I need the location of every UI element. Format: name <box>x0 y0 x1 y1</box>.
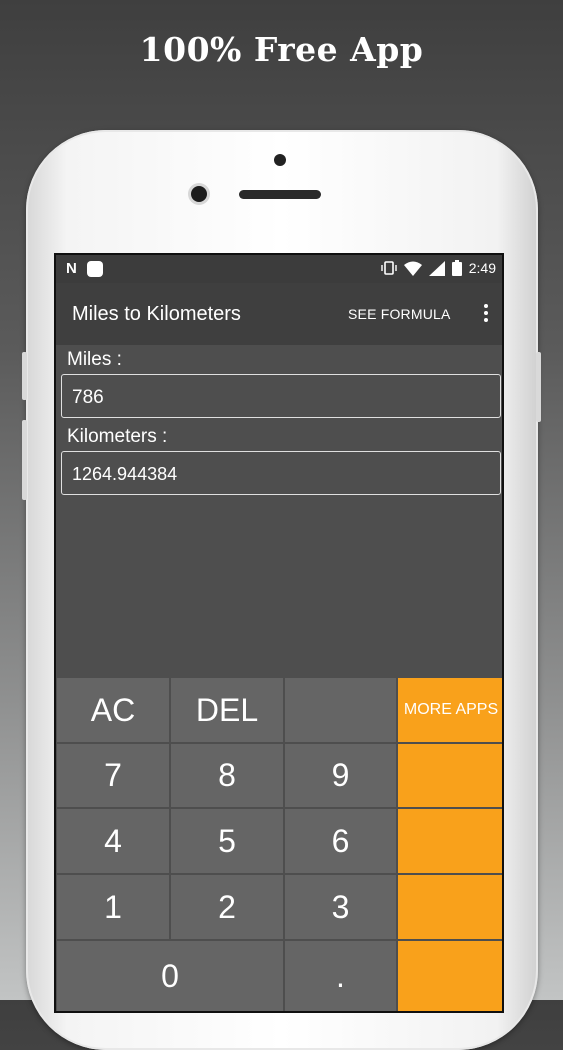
key-1[interactable]: 1 <box>57 875 169 939</box>
key-0[interactable]: 0 <box>57 941 283 1011</box>
front-sensor <box>274 154 286 166</box>
see-formula-button[interactable]: SEE FORMULA <box>348 306 451 322</box>
app-bar: Miles to Kilometers SEE FORMULA <box>56 283 502 345</box>
key-8[interactable]: 8 <box>171 744 283 807</box>
orange-key[interactable] <box>398 941 502 1011</box>
key-3[interactable]: 3 <box>285 875 396 939</box>
miles-label: Miles : <box>67 349 122 370</box>
wifi-icon <box>403 261 422 276</box>
promo-headline: 100% Free App <box>139 30 424 69</box>
decimal-point-key[interactable]: . <box>285 941 396 1011</box>
delete-button[interactable]: DEL <box>171 678 283 742</box>
app-notification-icon <box>86 260 103 277</box>
earpiece-speaker <box>239 190 321 199</box>
kilometers-label: Kilometers : <box>67 426 168 447</box>
overflow-menu-icon[interactable] <box>476 301 496 327</box>
cell-signal-icon <box>428 260 445 276</box>
phone-side-button <box>22 352 27 400</box>
kilometers-output[interactable]: 1264.944384 <box>61 451 501 495</box>
status-time: 2:49 <box>468 260 496 276</box>
orange-key[interactable] <box>398 744 502 807</box>
blank-key <box>285 678 396 742</box>
more-apps-button[interactable]: MORE APPS <box>398 678 502 742</box>
key-4[interactable]: 4 <box>57 809 169 873</box>
app-title: Miles to Kilometers <box>72 303 241 325</box>
clear-all-button[interactable]: AC <box>57 678 169 742</box>
orange-key[interactable] <box>398 809 502 873</box>
notification-n-icon: N <box>66 260 77 277</box>
vibrate-icon <box>381 261 397 275</box>
phone-screen: N 2:49 Miles to Kilometers SEE FORMULA M… <box>54 253 504 1013</box>
miles-input[interactable]: 786 <box>61 374 501 418</box>
status-bar: N 2:49 <box>56 255 502 283</box>
orange-key[interactable] <box>398 875 502 939</box>
key-9[interactable]: 9 <box>285 744 396 807</box>
key-6[interactable]: 6 <box>285 809 396 873</box>
front-camera <box>191 186 207 202</box>
key-2[interactable]: 2 <box>171 875 283 939</box>
key-5[interactable]: 5 <box>171 809 283 873</box>
key-7[interactable]: 7 <box>57 744 169 807</box>
phone-side-button <box>22 420 27 500</box>
battery-icon <box>451 260 462 276</box>
phone-side-button <box>536 352 541 422</box>
